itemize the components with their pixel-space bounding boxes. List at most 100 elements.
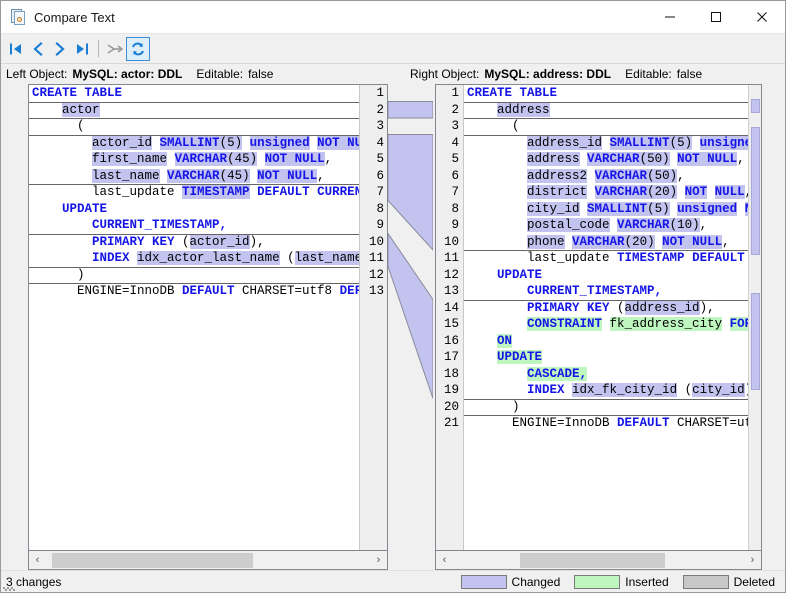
line-number: 9 (376, 218, 384, 232)
window-title: Compare Text (34, 9, 115, 25)
changes-count-label: 3 changes (6, 574, 62, 589)
left-pane: CREATE TABLE actor ( actor_id SMALLINT(5… (28, 84, 388, 570)
code-token: address (527, 152, 580, 166)
line-number: 15 (443, 317, 459, 331)
line-number: 7 (451, 185, 459, 199)
code-token: ), (699, 300, 715, 315)
line-number: 10 (443, 234, 459, 249)
previous-change-button[interactable] (27, 37, 49, 61)
maximize-button[interactable] (693, 1, 739, 34)
code-line: phone VARCHAR(20) NOT NULL, (467, 234, 748, 251)
code-line: postal_code VARCHAR(10), (467, 217, 748, 234)
left-horizontal-scrollbar[interactable]: ‹ › (28, 551, 388, 570)
right-code-area[interactable]: CREATE TABLE address ( address_id SMALLI… (464, 85, 748, 550)
overview-mark-1[interactable] (751, 99, 760, 113)
code-token: , (737, 152, 745, 166)
code-token: first_name (92, 152, 168, 166)
right-scroll-track[interactable] (453, 551, 744, 569)
diff-band-divider (29, 283, 359, 284)
code-token: FOREIGN (729, 317, 748, 331)
code-token: unsigned (677, 201, 738, 216)
code-token: CHARSET=utf8 (677, 416, 748, 430)
left-scroll-thumb[interactable] (52, 552, 254, 568)
right-code-viewport[interactable]: 1 2 3 4 5 6 7 8 9 10 11 12 13 14 15 16 17 18 19 20 21 CREATE… (435, 84, 762, 551)
diff-overview-map[interactable] (748, 85, 761, 550)
line-number: 20 (443, 399, 459, 414)
code-token: ENGINE=InnoDB (32, 284, 183, 298)
code-line: last_update TIMESTAMP DEFAULT CURRENT_TI… (467, 250, 748, 267)
toggle-sync-scroll-button[interactable] (126, 36, 150, 61)
code-token: address (497, 102, 550, 117)
code-line: CURRENT_TIMESTAMP, (32, 217, 359, 234)
left-code-viewport[interactable]: CREATE TABLE actor ( actor_id SMALLINT(5… (28, 84, 388, 551)
code-token: ), (249, 234, 265, 249)
code-token: UPDATE (497, 350, 543, 364)
diff-band-divider (464, 135, 748, 136)
legend-item: Deleted (682, 574, 775, 589)
code-token: address2 (527, 168, 588, 183)
code-token: (50) (647, 168, 678, 183)
line-number: 14 (443, 300, 459, 315)
compare-document-icon (10, 9, 26, 25)
next-change-button[interactable] (49, 37, 71, 61)
right-editable-label: Editable: (625, 67, 672, 81)
line-number: 6 (451, 168, 459, 183)
right-scroll-thumb[interactable] (519, 552, 666, 568)
left-scroll-track[interactable] (46, 551, 370, 569)
legend-item: Inserted (574, 574, 669, 589)
line-number: 5 (451, 152, 459, 166)
code-token: DEFAULT (692, 251, 745, 265)
code-line: district VARCHAR(20) NOT NULL, (467, 184, 748, 201)
first-change-button[interactable] (5, 37, 27, 61)
diff-band-divider (464, 300, 748, 301)
code-token: actor_id (92, 135, 153, 150)
code-line: first_name VARCHAR(45) NOT NULL, (32, 151, 359, 168)
code-token: ) (32, 267, 85, 282)
code-token: NOT NULL (662, 234, 723, 249)
close-button[interactable] (739, 1, 785, 34)
right-horizontal-scrollbar[interactable]: ‹ › (435, 551, 762, 570)
window-controls (647, 1, 785, 34)
left-scroll-left-arrow[interactable]: ‹ (29, 552, 46, 569)
compare-area: CREATE TABLE actor ( actor_id SMALLINT(5… (1, 84, 785, 570)
diff-band-divider (29, 234, 359, 235)
line-number: 3 (376, 119, 384, 133)
diff-band-divider (464, 415, 748, 416)
code-line: CURRENT_TIMESTAMP, (467, 283, 748, 300)
merge-change-button[interactable] (104, 37, 126, 61)
connector-change-1 (388, 101, 433, 119)
overview-mark-2[interactable] (751, 127, 760, 255)
right-scroll-left-arrow[interactable]: ‹ (436, 552, 453, 569)
right-scroll-right-arrow[interactable]: › (744, 552, 761, 569)
left-code-area[interactable]: CREATE TABLE actor ( actor_id SMALLINT(5… (29, 85, 359, 550)
code-token: phone (527, 234, 565, 249)
toolbar-separator (98, 40, 99, 57)
minimize-button[interactable] (647, 1, 693, 34)
resize-grip-icon[interactable] (3, 581, 19, 591)
code-token: VARCHAR (594, 168, 648, 183)
code-token: actor (62, 102, 100, 117)
title-bar: Compare Text (1, 1, 785, 34)
code-token: unsigned (699, 135, 748, 150)
code-token: CONSTRAINT (527, 317, 603, 331)
code-token: unsigned (249, 135, 310, 150)
code-token: PRIMARY KEY (527, 300, 610, 315)
left-scroll-right-arrow[interactable]: › (370, 552, 387, 569)
last-change-button[interactable] (71, 37, 93, 61)
overview-mark-3[interactable] (751, 293, 760, 390)
